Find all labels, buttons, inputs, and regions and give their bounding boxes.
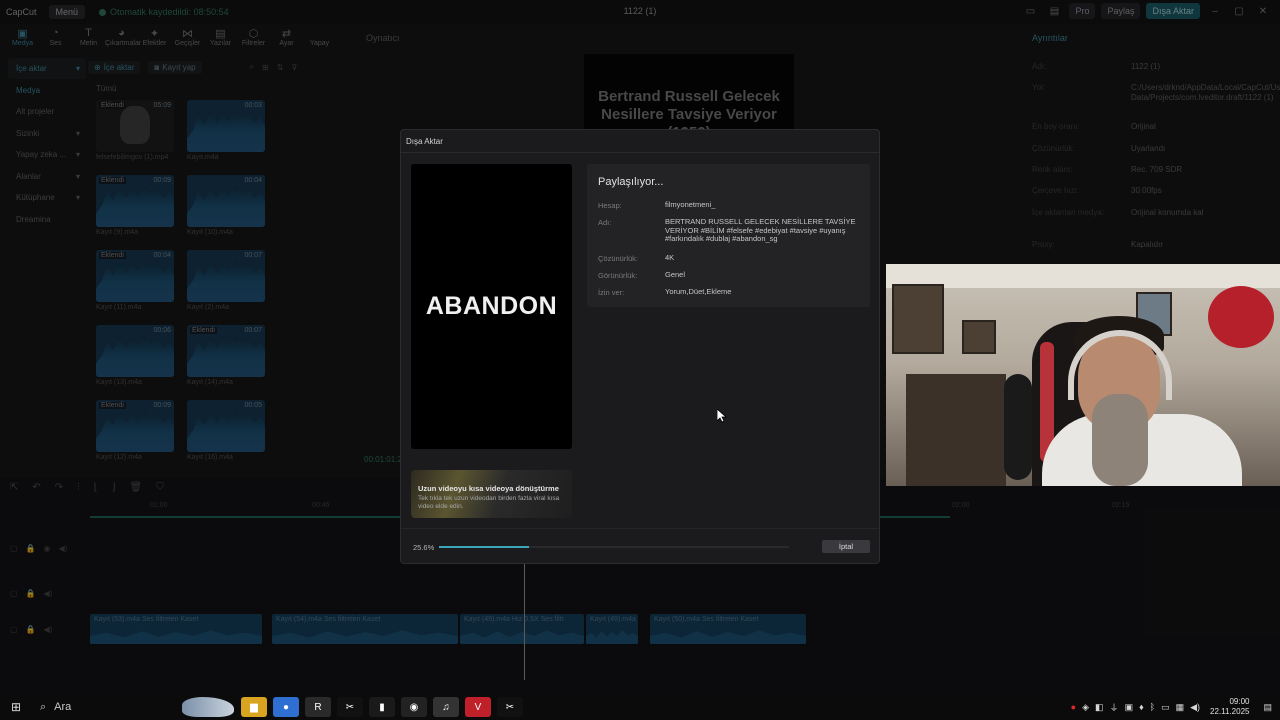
capcut-2-icon[interactable]: ✂ bbox=[497, 697, 523, 717]
tray-app-icon[interactable]: ◈ bbox=[1082, 702, 1089, 713]
dialog-divider bbox=[401, 152, 879, 153]
record-tray-icon[interactable]: ● bbox=[1071, 702, 1076, 712]
webcam-ceiling bbox=[886, 264, 1280, 288]
capcut-window: CapCut Menü Otomatik kaydedildi: 08:50:5… bbox=[0, 0, 1280, 694]
search-icon: ⌕ bbox=[40, 700, 47, 713]
share-info-key: Görünürlük: bbox=[598, 271, 638, 280]
share-info-key: İzin ver: bbox=[598, 288, 625, 297]
cancel-button[interactable]: İptal bbox=[822, 540, 870, 553]
notification-icon[interactable]: ▤ bbox=[1263, 702, 1272, 713]
dialog-footer-divider bbox=[401, 528, 879, 529]
tray-app3-icon[interactable]: ▣ bbox=[1125, 702, 1134, 713]
voicemeeter-icon[interactable]: V bbox=[465, 697, 491, 717]
obs-icon[interactable]: ◉ bbox=[401, 697, 427, 717]
promo-subtitle: Tek tıkla tek uzun videodan birden fazla… bbox=[418, 495, 560, 510]
share-status: Paylaşılıyor... bbox=[598, 176, 664, 188]
progress-percent: 25.6% bbox=[413, 543, 435, 552]
microphone-icon[interactable]: ♦ bbox=[1139, 702, 1144, 712]
bluetooth-icon[interactable]: ᛒ bbox=[1150, 702, 1155, 712]
clock-date: 22.11.2025 bbox=[1210, 707, 1250, 716]
windows-start-icon[interactable]: ⊞ bbox=[0, 700, 32, 714]
search-highlight-image bbox=[182, 697, 234, 717]
taskbar-clock[interactable]: 09:00 22.11.2025 bbox=[1210, 697, 1249, 717]
system-tray: ● ◈ ◧ ⏚ ▣ ♦ ᛒ ▭ ▦ ◀) 09:00 22.11.2025 ▤ bbox=[1071, 697, 1272, 717]
share-info-value: filmyonetmeni_ bbox=[665, 200, 716, 209]
share-info-value: Yorum,Düet,Ekleme bbox=[665, 287, 732, 296]
progress-bar bbox=[439, 546, 789, 548]
person-arm bbox=[1092, 394, 1148, 486]
thumbnail-text: ABANDON bbox=[425, 292, 558, 320]
windows-taskbar: ⊞ ⌕ Ara ▆ ● R ✂ ▮ ◉ ♫ V ✂ ● ◈ ◧ ⏚ ▣ ♦ ᛒ ▭ ▦ ◀) 0… bbox=[0, 694, 1280, 720]
share-info-value: 4K bbox=[665, 253, 675, 262]
share-info-key: Hesap: bbox=[598, 201, 622, 210]
share-info-key: Adı: bbox=[598, 218, 612, 227]
share-info-box: Paylaşılıyor... Hesap: filmyonetmeni_ Adı:… bbox=[587, 164, 870, 307]
mouse-app-icon[interactable]: ▮ bbox=[369, 697, 395, 717]
progress-bar-fill bbox=[439, 546, 529, 548]
capcut-icon[interactable]: ✂ bbox=[337, 697, 363, 717]
share-info-value: Genel bbox=[665, 270, 686, 279]
export-dialog: Dışa Aktar ABANDON Paylaşılıyor... Hesap… bbox=[400, 129, 880, 564]
wall-poster bbox=[892, 284, 944, 354]
r-app-icon[interactable]: R bbox=[305, 697, 331, 717]
microphone-app-icon[interactable]: ♫ bbox=[433, 697, 459, 717]
red-lamp bbox=[1208, 286, 1274, 348]
long-to-short-promo[interactable]: Uzun videoyu kısa videoya dönüştürme Tek… bbox=[411, 470, 572, 518]
speaker-icon[interactable]: ◀) bbox=[1190, 702, 1200, 713]
guitar-case bbox=[1004, 374, 1032, 480]
promo-title: Uzun videoyu kısa videoya dönüştürme bbox=[418, 484, 559, 493]
share-info-key: Çözünürlük: bbox=[598, 254, 639, 263]
share-info-value: BERTRAND RUSSELL GELECEK NESİLLERE TAVSİ… bbox=[665, 217, 856, 243]
dialog-title: Dışa Aktar bbox=[406, 137, 443, 146]
cabinet bbox=[906, 374, 1006, 486]
chrome-icon[interactable]: ● bbox=[273, 697, 299, 717]
export-thumbnail: ABANDON bbox=[411, 164, 572, 449]
mouse-cursor-icon bbox=[717, 409, 727, 423]
search-label: Ara bbox=[54, 701, 72, 713]
network-icon[interactable]: ▭ bbox=[1161, 702, 1170, 713]
storage-icon[interactable]: ▦ bbox=[1176, 702, 1185, 713]
webcam-overlay bbox=[886, 264, 1280, 486]
tray-app2-icon[interactable]: ◧ bbox=[1095, 702, 1104, 713]
file-explorer-icon[interactable]: ▆ bbox=[241, 697, 267, 717]
clock-time: 09:00 bbox=[1229, 697, 1250, 706]
taskbar-apps: ▆ ● R ✂ ▮ ◉ ♫ V ✂ bbox=[238, 697, 526, 717]
wall-frame bbox=[962, 320, 996, 354]
usb-icon[interactable]: ⏚ bbox=[1110, 701, 1119, 714]
